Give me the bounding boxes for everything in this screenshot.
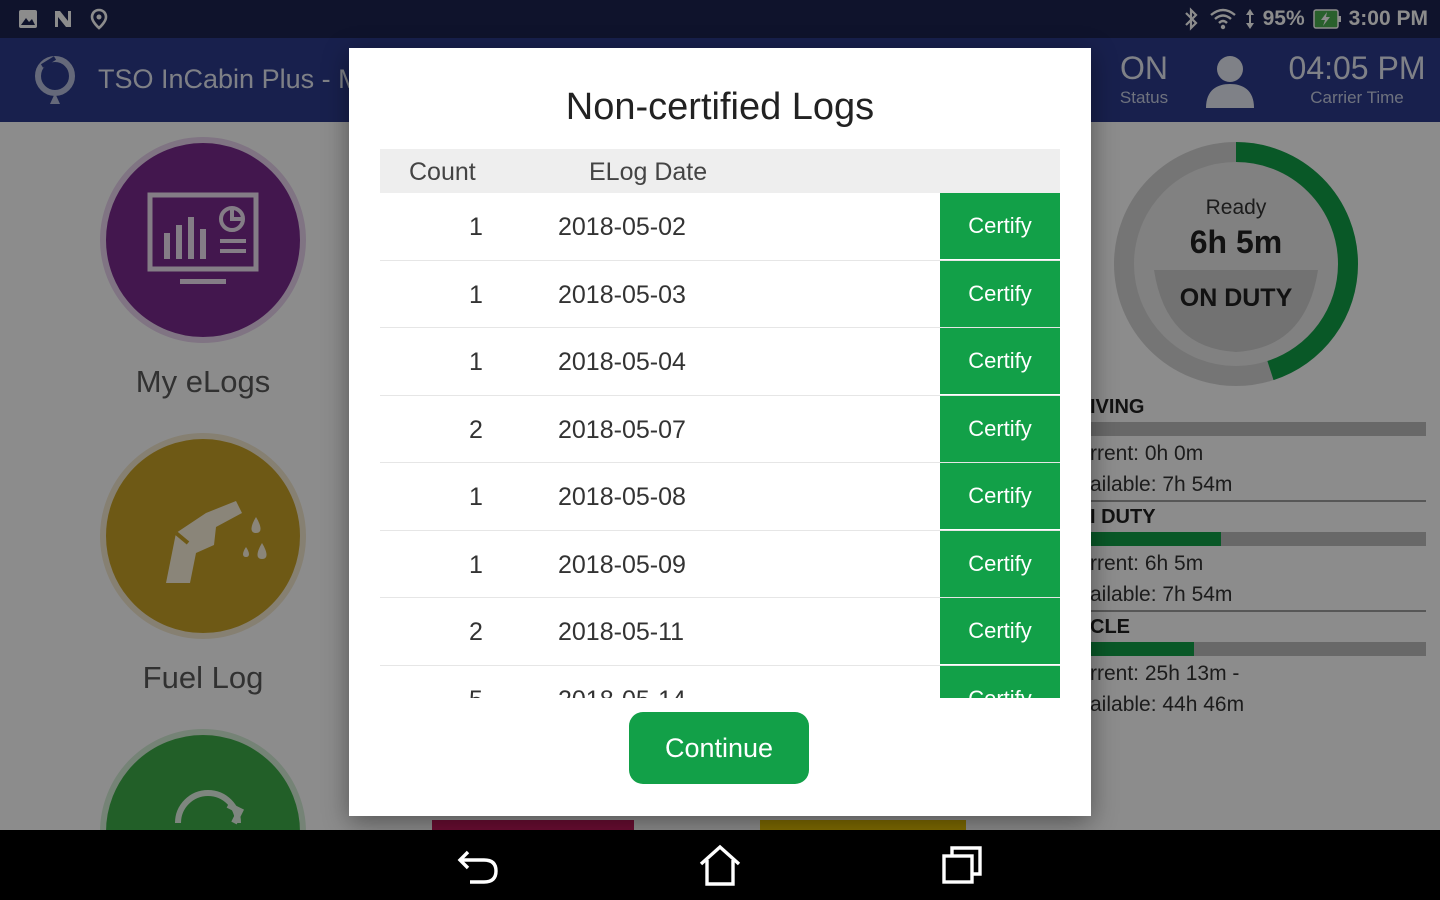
row-date: 2018-05-04: [558, 348, 686, 376]
table-row: 1 2018-05-08 Certify: [380, 463, 1060, 531]
system-nav-bar: [0, 830, 1440, 900]
non-certified-logs-dialog: Non-certified Logs Count ELog Date 1 201…: [349, 48, 1091, 816]
table-row: 1 2018-05-02 Certify: [380, 193, 1060, 261]
logs-table-body[interactable]: 1 2018-05-02 Certify 1 2018-05-03 Certif…: [380, 193, 1060, 698]
back-icon[interactable]: [454, 842, 502, 888]
row-date: 2018-05-09: [558, 550, 686, 579]
row-date: 2018-05-11: [558, 618, 685, 646]
column-header-elog-date: ELog Date: [589, 158, 708, 186]
row-date: 2018-05-14: [558, 686, 686, 699]
certify-button[interactable]: Certify: [940, 328, 1060, 394]
table-row: 1 2018-05-09 Certify: [380, 530, 1060, 598]
row-count: 1: [469, 213, 483, 241]
row-count: 1: [469, 550, 483, 579]
row-count: 2: [469, 618, 483, 646]
table-row: 2 2018-05-07 Certify: [380, 395, 1060, 463]
home-icon[interactable]: [696, 842, 744, 888]
certify-button[interactable]: Certify: [940, 530, 1060, 597]
recents-icon[interactable]: [938, 842, 986, 888]
table-row: 1 2018-05-04 Certify: [380, 328, 1060, 396]
table-row: 1 2018-05-03 Certify: [380, 260, 1060, 328]
row-count: 1: [469, 483, 483, 511]
row-count: 5: [450, 686, 502, 699]
row-date: 2018-05-08: [558, 483, 686, 511]
row-date: 2018-05-03: [558, 280, 686, 309]
continue-button[interactable]: Continue: [629, 712, 809, 784]
certify-button[interactable]: Certify: [940, 193, 1060, 259]
table-row: 5 2018-05-14 Certify: [380, 665, 1060, 699]
certify-button[interactable]: Certify: [940, 598, 1060, 664]
certify-button[interactable]: Certify: [940, 260, 1060, 327]
row-count: 1: [469, 280, 483, 309]
table-header: Count ELog Date: [380, 149, 1060, 193]
row-date: 2018-05-07: [558, 415, 686, 444]
row-date: 2018-05-02: [558, 213, 686, 241]
dialog-title: Non-certified Logs: [565, 86, 875, 128]
table-row: 2 2018-05-11 Certify: [380, 598, 1060, 666]
row-count: 1: [469, 348, 483, 376]
certify-button[interactable]: Certify: [940, 463, 1060, 529]
certify-button[interactable]: Certify: [940, 665, 1060, 698]
row-count: 2: [469, 415, 483, 444]
column-header-count: Count: [409, 158, 476, 186]
certify-button[interactable]: Certify: [940, 395, 1060, 462]
